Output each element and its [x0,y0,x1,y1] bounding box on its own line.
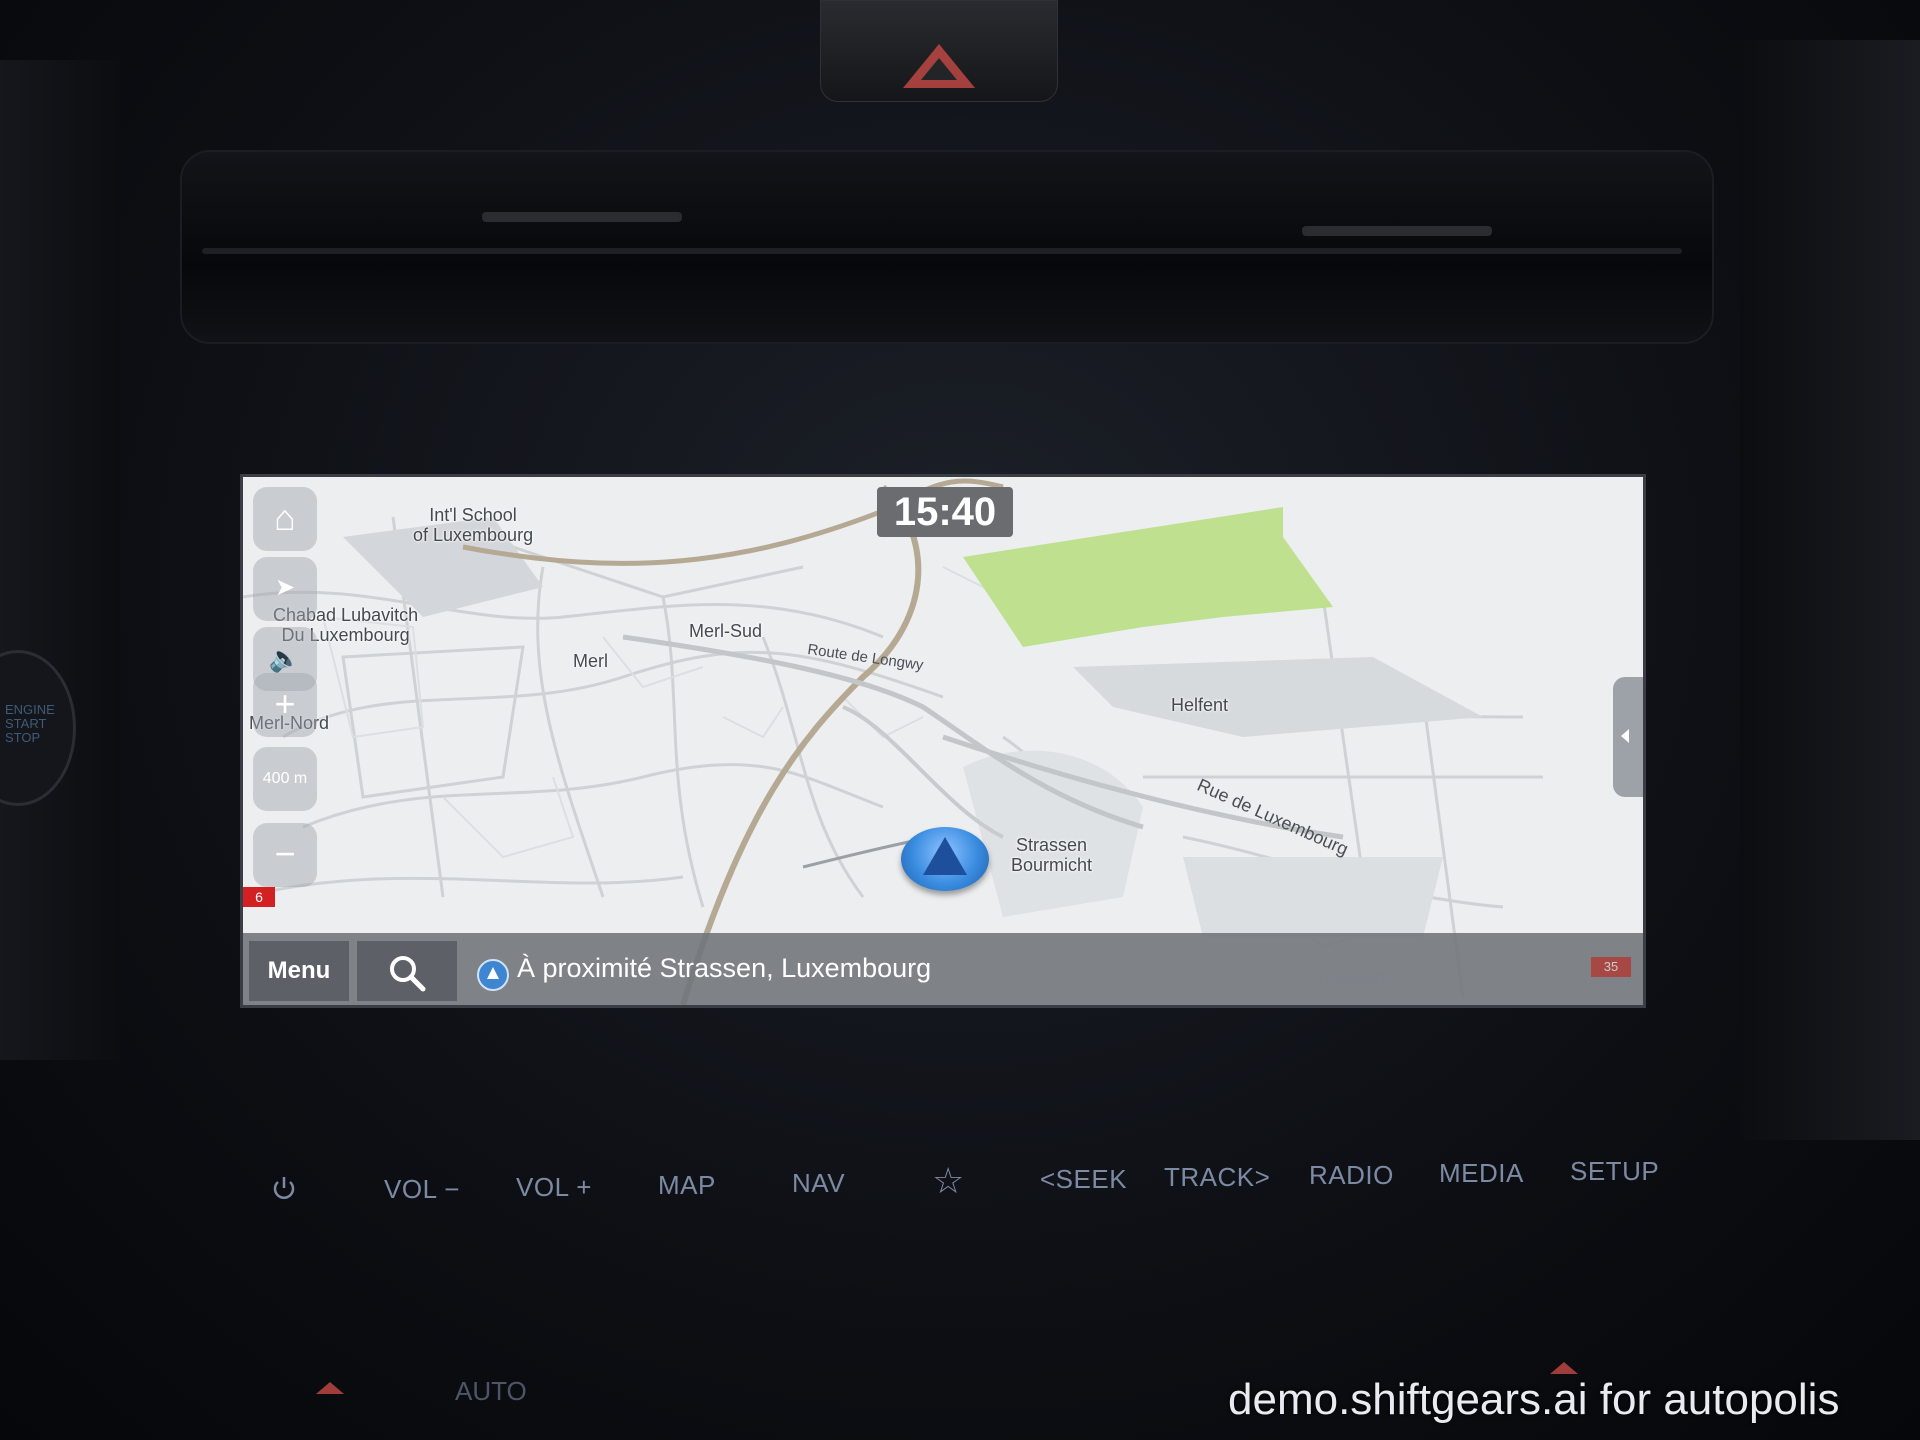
search-icon [390,956,426,992]
seek-button[interactable]: <SEEK [1040,1164,1127,1195]
temp-up-left-icon[interactable] [316,1382,344,1394]
watermark: demo.shiftgears.ai for autopolis [1228,1375,1840,1424]
map-label-school: Int'l School of Luxembourg [413,505,534,545]
map-label-strassen: Strassen Bourmicht [1011,835,1093,875]
map-label-helfent: Helfent [1171,695,1229,715]
scale-label: 400 m [262,770,308,787]
star-icon: ☆ [932,1160,965,1201]
map-scale: 400 m [253,747,317,811]
hazard-triangle-icon [903,44,975,88]
nav-button[interactable]: NAV [792,1168,845,1199]
menu-button[interactable]: Menu [249,941,349,1001]
search-button[interactable] [357,941,457,1001]
dashboard: ENGINE START STOP Int'l School of Luxemb… [0,0,1920,1440]
current-location-text[interactable]: À proximité Strassen, Luxembourg [517,953,931,984]
zoom-in-button[interactable]: + [253,673,317,737]
power-icon[interactable] [270,1174,298,1202]
right-trim [1740,40,1920,1140]
speaker-icon: 🔈 [268,643,302,673]
vol-plus-button[interactable]: VOL + [516,1172,592,1203]
home-icon: ⌂ [274,497,296,538]
plus-icon: + [274,683,296,724]
map-label-merl-sud: Merl-Sud [689,621,763,641]
compass-icon: ➤ [274,574,296,601]
track-button[interactable]: TRACK> [1164,1162,1270,1193]
air-vent [180,150,1714,344]
speed-badge: 35 [1591,957,1631,977]
hardware-button-row: VOL − VOL + MAP NAV ☆ <SEEK TRACK> RADIO… [240,1140,1680,1220]
temp-up-right-icon[interactable] [1550,1362,1578,1374]
vol-minus-button[interactable]: VOL − [384,1174,460,1205]
bottom-bar: Menu À proximité Strassen, Luxembourg Hu… [243,933,1643,1005]
map-label-merl: Merl [573,651,608,671]
map-label-hueflach: Hueflach [1318,969,1386,988]
climate-auto-button[interactable]: AUTO [455,1376,527,1407]
side-panel-toggle[interactable] [1613,677,1643,797]
minus-icon: − [274,833,296,874]
current-position-icon [901,827,989,891]
map-tools-button[interactable]: ➤ [253,557,317,621]
navigation-map[interactable] [243,477,1643,1005]
speed-limit-sign: 6 [243,887,275,907]
setup-button[interactable]: SETUP [1570,1156,1659,1187]
home-button[interactable]: ⌂ [253,487,317,551]
media-button[interactable]: MEDIA [1439,1158,1524,1189]
map-button[interactable]: MAP [658,1170,716,1201]
clock: 15:40 [877,487,1013,537]
location-icon [477,959,509,991]
favorite-button[interactable]: ☆ [932,1160,965,1202]
left-trim [0,60,120,1060]
zoom-out-button[interactable]: − [253,823,317,887]
infotainment-screen[interactable]: Int'l School of Luxembourg Chabad Lubavi… [240,474,1646,1008]
radio-button[interactable]: RADIO [1309,1160,1394,1191]
